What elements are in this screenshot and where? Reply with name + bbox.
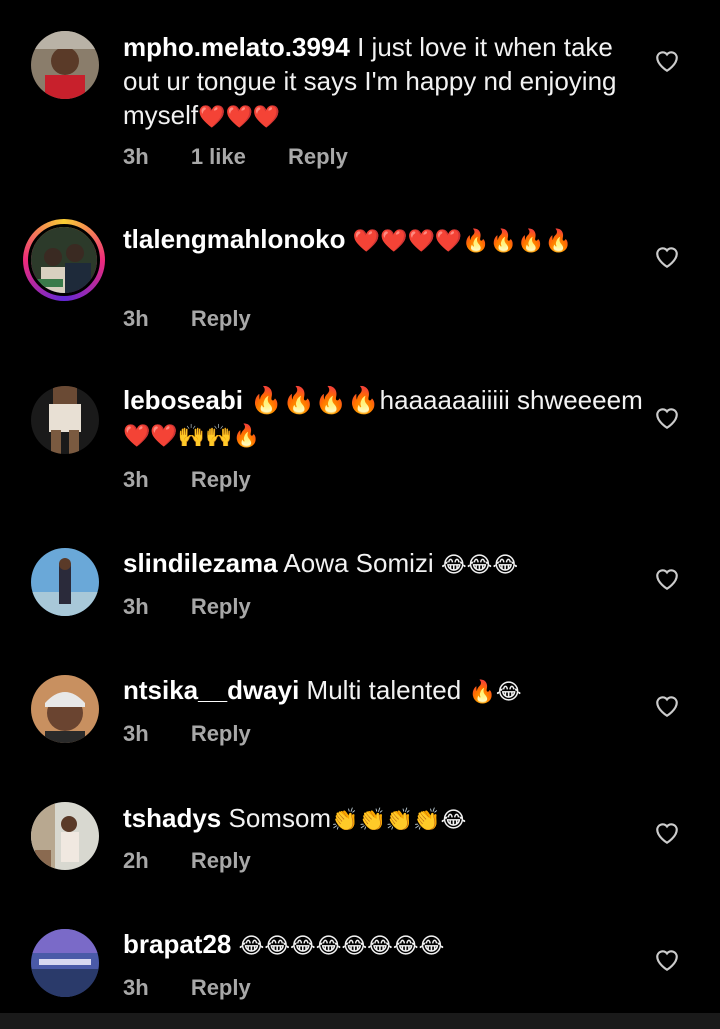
comment-meta: 3h Reply xyxy=(123,306,287,332)
heart-outline-icon[interactable] xyxy=(654,948,680,972)
reply-button[interactable]: Reply xyxy=(191,467,251,492)
avatar[interactable] xyxy=(31,675,99,743)
comment-body: Aowa Somizi xyxy=(283,548,434,578)
heart-outline-icon[interactable] xyxy=(654,567,680,591)
comment-text: leboseabi 🔥🔥🔥🔥haaaaaaiiiii shweeeem ❤️❤️🙌… xyxy=(123,383,643,454)
comment-text: mpho.melato.3994 I just love it when tak… xyxy=(123,30,643,135)
timestamp: 2h xyxy=(123,848,149,873)
avatar[interactable] xyxy=(31,31,99,99)
username[interactable]: tshadys xyxy=(123,803,221,833)
comment-text: slindilezama Aowa Somizi 😂😂😂 xyxy=(123,546,643,583)
comment-text: tlalengmahlonoko ❤️❤️❤️❤️🔥🔥🔥🔥 xyxy=(123,222,643,259)
heart-outline-icon[interactable] xyxy=(654,821,680,845)
like-count[interactable]: 1 like xyxy=(191,144,246,169)
comment-meta: 3h 1 like Reply xyxy=(123,144,384,170)
comment-body: Multi talented xyxy=(306,675,462,705)
reply-button[interactable]: Reply xyxy=(191,721,251,746)
reply-button[interactable]: Reply xyxy=(191,848,251,873)
username[interactable]: mpho.melato.3994 xyxy=(123,32,350,62)
timestamp: 3h xyxy=(123,594,149,619)
emoji-text: 😂😂😂 xyxy=(440,553,519,578)
heart-outline-icon[interactable] xyxy=(654,406,680,430)
emoji-text: ❤️❤️❤️❤️🔥🔥🔥🔥 xyxy=(352,229,572,254)
timestamp: 3h xyxy=(123,306,149,331)
heart-outline-icon[interactable] xyxy=(654,49,680,73)
timestamp: 3h xyxy=(123,975,149,1000)
reply-button[interactable]: Reply xyxy=(191,306,251,331)
reply-button[interactable]: Reply xyxy=(191,975,251,1000)
comment-body: 🔥🔥🔥🔥haaaaaaiiiii shweeeem xyxy=(250,385,643,415)
emoji-text: ❤️❤️🙌🙌🔥 xyxy=(123,424,260,449)
emoji-text: 😂😂😂😂😂😂😂😂 xyxy=(238,934,445,959)
comment-meta: 3h Reply xyxy=(123,975,287,1001)
avatar[interactable] xyxy=(31,802,99,870)
timestamp: 3h xyxy=(123,721,149,746)
comment-meta: 2h Reply xyxy=(123,848,287,874)
emoji-text: 👏👏👏👏😂 xyxy=(331,808,467,833)
comment-meta: 3h Reply xyxy=(123,721,287,747)
comment-text: brapat28 😂😂😂😂😂😂😂😂 xyxy=(123,927,643,964)
heart-outline-icon[interactable] xyxy=(654,245,680,269)
username[interactable]: tlalengmahlonoko xyxy=(123,224,345,254)
comment-body: Somsom xyxy=(228,803,332,833)
comment-text: ntsika__dwayi Multi talented 🔥😂 xyxy=(123,673,643,710)
timestamp: 3h xyxy=(123,467,149,492)
avatar xyxy=(28,224,100,296)
reply-button[interactable]: Reply xyxy=(288,144,348,169)
username[interactable]: leboseabi xyxy=(123,385,243,415)
username[interactable]: ntsika__dwayi xyxy=(123,675,299,705)
avatar[interactable] xyxy=(31,548,99,616)
avatar-story-ring[interactable] xyxy=(23,219,105,301)
emoji-text: 🔥😂 xyxy=(468,680,522,705)
username[interactable]: brapat28 xyxy=(123,929,231,959)
emoji-text: ❤️❤️❤️ xyxy=(198,105,281,130)
avatar[interactable] xyxy=(31,386,99,454)
comment-text: tshadys Somsom👏👏👏👏😂 xyxy=(123,801,643,838)
comment-meta: 3h Reply xyxy=(123,467,287,493)
bottom-bar xyxy=(0,1013,720,1029)
reply-button[interactable]: Reply xyxy=(191,594,251,619)
heart-outline-icon[interactable] xyxy=(654,694,680,718)
timestamp: 3h xyxy=(123,144,149,169)
username[interactable]: slindilezama xyxy=(123,548,278,578)
comment-meta: 3h Reply xyxy=(123,594,287,620)
avatar[interactable] xyxy=(31,929,99,997)
